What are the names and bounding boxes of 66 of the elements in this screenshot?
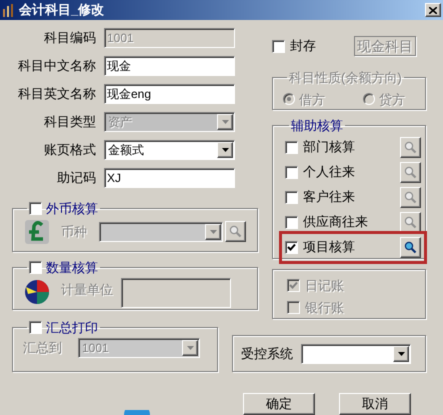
dialog-button[interactable]: 确定: [243, 393, 315, 415]
close-icon: [429, 6, 437, 14]
checkbox[interactable]: [285, 240, 298, 254]
field-label: 币种: [61, 222, 87, 241]
field-label: 科目英文名称: [17, 85, 96, 104]
search-button[interactable]: [400, 162, 421, 182]
round-icon: [124, 410, 150, 415]
group-label: 科目性质(余额方向): [289, 69, 402, 87]
radio-label: 借方: [299, 90, 325, 108]
checkbox[interactable]: [29, 321, 42, 334]
search-icon: [404, 140, 417, 154]
field-label: 计量单位: [61, 280, 113, 298]
checkbox[interactable]: [285, 216, 298, 228]
field-label: 科目编码: [43, 29, 96, 48]
checkbox-label: 部门核算: [303, 138, 355, 156]
checkbox[interactable]: [285, 166, 298, 178]
dropdown-field[interactable]: [99, 222, 223, 242]
unit-field[interactable]: [121, 278, 231, 308]
search-icon: [229, 225, 242, 238]
app-icon: [2, 3, 16, 17]
pie-chart-icon: [23, 278, 51, 306]
dialog-button[interactable]: 取消: [339, 393, 411, 415]
search-button[interactable]: [400, 212, 421, 232]
search-button[interactable]: [225, 221, 246, 242]
dropdown-value: 金额式: [108, 142, 144, 159]
checkbox[interactable]: [29, 261, 42, 274]
checkbox-label: 日记账: [305, 276, 344, 294]
checkbox[interactable]: [29, 202, 42, 216]
checkbox[interactable]: [272, 40, 285, 52]
pound-coin-icon: [23, 218, 51, 244]
dropdown-value: 1001: [82, 340, 109, 356]
search-button[interactable]: [400, 236, 421, 258]
search-icon: [404, 190, 417, 204]
dropdown-value: 资产: [108, 114, 132, 131]
dropdown-field[interactable]: 金额式: [104, 140, 235, 160]
search-icon: [404, 240, 417, 254]
field-label: 科目类型: [43, 113, 96, 132]
field-label: 汇总到: [23, 338, 62, 357]
field-label: 助记码: [56, 169, 96, 188]
checkbox-label: 客户往来: [303, 188, 355, 206]
dropdown-field[interactable]: [301, 344, 411, 364]
group-label: 数量核算: [46, 259, 98, 277]
category-field: 现金科目: [354, 36, 416, 56]
group-label: 汇总打印: [46, 319, 98, 337]
checkbox-label: 供应商往来: [303, 213, 368, 232]
field-label: 受控系统: [241, 344, 293, 363]
checkbox[interactable]: [285, 140, 298, 154]
field-label: 账页格式: [43, 141, 96, 160]
checkbox-label: 个人往来: [303, 163, 355, 182]
checkbox-label: 封存: [290, 37, 316, 56]
search-icon: [404, 216, 417, 228]
group-label: 外币核算: [46, 200, 98, 218]
group-label: 辅助核算: [291, 117, 343, 135]
text-field[interactable]: 现金eng: [104, 84, 235, 104]
search-button[interactable]: [400, 136, 421, 158]
field-label: 科目中文名称: [17, 57, 96, 76]
window-title: 会计科目_修改: [19, 1, 104, 20]
checkbox[interactable]: [285, 190, 298, 204]
text-field[interactable]: 现金: [104, 56, 235, 76]
checkbox-label: 银行账: [305, 299, 344, 317]
close-button[interactable]: [425, 3, 441, 17]
search-icon: [404, 166, 417, 178]
checkbox-label: 项目核算: [303, 238, 355, 256]
radio-label: 贷方: [379, 90, 405, 108]
text-field[interactable]: XJ: [104, 168, 235, 188]
search-button[interactable]: [400, 186, 421, 208]
